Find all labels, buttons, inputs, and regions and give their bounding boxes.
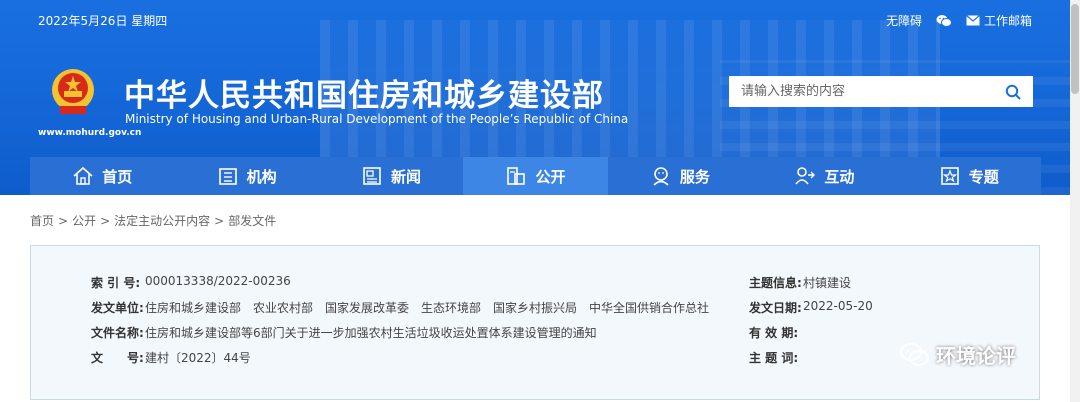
search-button[interactable]: [993, 76, 1033, 107]
unit-row: 发文单位: 住房和城乡建设部 农业农村部 国家发展改革委 生态环境部 国家乡村振…: [91, 299, 709, 316]
site-url: www.mohurd.gov.cn: [38, 128, 142, 138]
name-row: 文件名称: 住房和城乡建设部等6部门关于进一步加强农村生活垃圾收运处置体系建设管…: [91, 324, 597, 341]
doc-number-label: 文 号:: [91, 351, 144, 365]
validity-label: 有 效 期:: [749, 326, 799, 340]
national-emblem-icon: [52, 69, 94, 114]
keywords-row: 主 题 词:: [749, 349, 803, 366]
building-icon: [218, 168, 237, 185]
topic-icon: [940, 167, 959, 185]
mail-icon: [966, 15, 980, 26]
nav-tab-topic[interactable]: 专题: [897, 157, 1041, 195]
doc-number-value: 建村〔2022〕44号: [145, 351, 251, 365]
breadcrumb: 首页 > 公开 > 法定主动公开内容 > 部发文件: [30, 214, 277, 228]
name-label: 文件名称:: [91, 326, 144, 340]
validity-row: 有 效 期:: [749, 324, 803, 341]
doc-number-row: 文 号: 建村〔2022〕44号: [91, 349, 251, 366]
topic-value: 村镇建设: [803, 276, 852, 290]
main-nav: 首页 机构 新闻 公开 服务 互动 专题: [30, 157, 1041, 195]
unit-value: 住房和城乡建设部 农业农村部 国家发展改革委 生态环境部 国家乡村振兴局 中华全…: [145, 301, 710, 315]
date-label: 发文日期:: [749, 301, 802, 315]
service-icon: [653, 167, 669, 186]
document-info-panel: 索 引 号: 000013338/2022-00236 发文单位: 住房和城乡建…: [30, 245, 1040, 400]
nav-tab-service[interactable]: 服务: [608, 157, 752, 195]
accessibility-link[interactable]: 无障碍: [886, 12, 922, 29]
breadcrumb-statutory[interactable]: 法定主动公开内容: [114, 214, 210, 228]
breadcrumb-ministry-docs[interactable]: 部发文件: [228, 214, 276, 228]
home-icon: [73, 166, 93, 185]
name-value: 住房和城乡建设部等6部门关于进一步加强农村生活垃圾收运处置体系建设管理的通知: [145, 326, 597, 340]
watermark: 环境论评: [900, 340, 1016, 369]
breadcrumb-public[interactable]: 公开: [72, 214, 96, 228]
news-icon: [363, 167, 381, 185]
topic-label: 主题信息:: [749, 276, 802, 290]
wechat-watermark-icon: [900, 342, 929, 366]
index-row: 索 引 号: 000013338/2022-00236: [91, 274, 291, 291]
scrollbar-thumb[interactable]: [1071, 4, 1079, 94]
breadcrumb-home[interactable]: 首页: [30, 214, 54, 228]
unit-label: 发文单位:: [91, 301, 144, 315]
watermark-text: 环境论评: [936, 344, 1016, 368]
search-input[interactable]: [729, 76, 993, 107]
keywords-label: 主 题 词:: [749, 351, 799, 365]
document-icon: [507, 167, 526, 185]
search-icon: [1005, 84, 1021, 100]
date-row: 发文日期: 2022-05-20: [749, 299, 873, 316]
wechat-link[interactable]: [936, 14, 952, 28]
nav-tab-news[interactable]: 新闻: [319, 157, 463, 195]
ministry-title-en: Ministry of Housing and Urban-Rural Deve…: [125, 112, 629, 126]
nav-tab-interaction[interactable]: 互动: [752, 157, 896, 195]
topbar-links: 无障碍 工作邮箱: [886, 12, 1032, 29]
mail-label: 工作邮箱: [983, 14, 1032, 28]
index-label: 索 引 号:: [91, 276, 141, 290]
date-value: 2022-05-20: [803, 299, 873, 313]
search-box: [729, 76, 1033, 107]
nav-tab-org[interactable]: 机构: [174, 157, 318, 195]
nav-tab-public[interactable]: 公开: [463, 157, 608, 195]
index-value: 000013338/2022-00236: [145, 274, 291, 288]
topic-row: 主题信息: 村镇建设: [749, 274, 851, 291]
interaction-icon: [795, 167, 816, 185]
nav-tab-home[interactable]: 首页: [30, 157, 174, 195]
page-scrollbar[interactable]: [1070, 0, 1080, 402]
mail-link[interactable]: 工作邮箱: [966, 12, 1032, 29]
current-date: 2022年5月26日 星期四: [38, 14, 168, 28]
wechat-icon: [936, 14, 952, 27]
ministry-title-cn: 中华人民共和国住房和城乡建设部: [124, 78, 604, 114]
